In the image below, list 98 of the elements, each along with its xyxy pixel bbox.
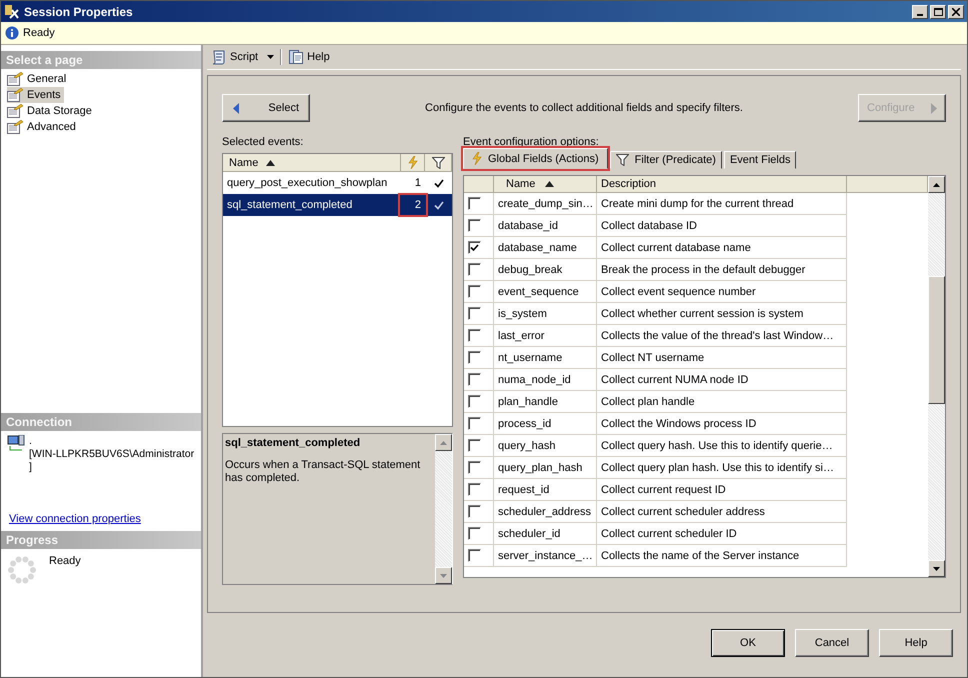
field-name: is_system [494, 303, 597, 325]
event-description-text: Occurs when a Transact-SQL statement has completed. [225, 459, 422, 485]
event-row[interactable]: sql_statement_completed 2 [223, 194, 452, 216]
page-item[interactable]: General [7, 71, 70, 87]
field-description: Collects the value of the thread's last Window… [597, 325, 847, 347]
field-description: Collect plan handle [597, 391, 847, 413]
field-description: Collect event sequence number [597, 281, 847, 303]
page-icon [7, 88, 23, 102]
scroll-icon [211, 49, 227, 65]
progress-spinner-icon [7, 555, 37, 585]
select-button[interactable]: Select [222, 94, 310, 122]
section-header: Connection [1, 413, 201, 431]
field-name: scheduler_address [494, 501, 597, 523]
field-description: Collect query hash. Use this to identify querie… [597, 435, 847, 457]
page-item[interactable]: Events [7, 87, 64, 103]
field-description: Collect current scheduler ID [597, 523, 847, 545]
server-icon [7, 435, 25, 451]
field-description: Create mini dump for the current thread [597, 193, 847, 215]
field-name: scheduler_id [494, 523, 597, 545]
scrollbar[interactable] [928, 176, 945, 577]
event-name: query_post_execution_showplan [226, 177, 388, 189]
sort-ascending-icon [266, 160, 276, 166]
page-item[interactable]: Advanced [7, 119, 79, 135]
event-name: sql_statement_completed [226, 199, 354, 211]
field-description: Collect current NUMA node ID [597, 369, 847, 391]
window-title: Session Properties [24, 4, 134, 18]
field-name: nt_username [494, 347, 597, 369]
page-icon [7, 72, 23, 86]
progress-status: Ready [49, 555, 81, 567]
filter-column-icon [432, 156, 444, 168]
tab[interactable]: Filter (Predicate) [610, 151, 722, 169]
info-icon [5, 26, 19, 40]
configuration-options-label: Event configuration options: [463, 136, 600, 150]
help-document-icon [288, 49, 304, 65]
field-name: event_sequence [494, 281, 597, 303]
maximize-icon [934, 8, 942, 16]
field-name: server_instance_… [494, 545, 597, 567]
field-description: Collect whether current session is system [597, 303, 847, 325]
lightning-column-icon [408, 156, 418, 169]
field-description: Collect current scheduler address [597, 501, 847, 523]
tab[interactable]: Event Fields [724, 151, 796, 169]
help-button[interactable]: Help [286, 47, 332, 67]
field-name: database_id [494, 215, 597, 237]
help-button[interactable]: Help [879, 629, 953, 657]
field-description: Collect NT username [597, 347, 847, 369]
field-description: Collect database ID [597, 215, 847, 237]
page-icon [7, 120, 23, 134]
tab[interactable]: Global Fields (Actions) [463, 148, 608, 169]
minimize-button[interactable] [912, 4, 928, 18]
field-name: process_id [494, 413, 597, 435]
field-description: Collect current database name [597, 237, 847, 259]
field-name: request_id [494, 479, 597, 501]
scroll-down-icon[interactable] [933, 566, 940, 570]
ok-button[interactable]: OK [711, 629, 785, 657]
instruction-text: Configure the events to collect additional fields and specify filters. [424, 102, 744, 114]
field-name: plan_handle [494, 391, 597, 413]
field-name: database_name [494, 237, 597, 259]
sort-ascending-icon [545, 181, 554, 187]
event-description-title: sql_statement_completed [225, 437, 362, 449]
checkbox-column-header[interactable] [464, 176, 494, 193]
action-count: 1 [414, 176, 422, 191]
column-header[interactable]: Name [223, 154, 401, 171]
connection-text: . [WIN-LLPKR5BUV6S\Administrator ] [29, 435, 194, 474]
field-description: Collect current request ID [597, 479, 847, 501]
section-header: Progress [1, 531, 201, 549]
cancel-button[interactable]: Cancel [795, 629, 869, 657]
field-name: query_plan_hash [494, 457, 597, 479]
field-name: last_error [494, 325, 597, 347]
selected-events-label: Selected events: [222, 136, 304, 150]
event-row[interactable]: query_post_execution_showplan 1 [223, 172, 452, 194]
page-item[interactable]: Data Storage [7, 103, 95, 119]
caret-icon [267, 55, 274, 59]
maximize-button[interactable] [930, 4, 946, 18]
column-header[interactable]: Name [494, 176, 597, 193]
status-text: Ready [23, 27, 55, 39]
field-description: Collect the Windows process ID [597, 413, 847, 435]
tools-icon [4, 4, 20, 20]
field-name: numa_node_id [494, 369, 597, 391]
field-description: Collects the name of the Server instance [597, 545, 847, 567]
lightning-icon [472, 152, 482, 165]
minimize-icon [917, 14, 923, 16]
field-description: Collect query plan hash. Use this to identify si… [597, 457, 847, 479]
close-button[interactable] [948, 4, 964, 18]
page-icon [7, 104, 23, 118]
scroll-up-icon[interactable] [933, 182, 940, 186]
field-description: Break the process in the default debugger [597, 259, 847, 281]
script-button[interactable]: Script [209, 47, 276, 67]
column-header[interactable]: Description [597, 176, 847, 193]
connection-properties-link[interactable]: View connection properties [1, 509, 201, 531]
filter-icon [616, 154, 629, 166]
action-count: 2 [401, 196, 425, 214]
field-name: create_dump_sin… [494, 193, 597, 215]
back-arrow-icon [233, 102, 239, 114]
field-name: query_hash [494, 435, 597, 457]
forward-arrow-icon [931, 102, 937, 114]
field-name: debug_break [494, 259, 597, 281]
close-icon [952, 8, 960, 16]
section-header: Select a page [1, 51, 201, 69]
